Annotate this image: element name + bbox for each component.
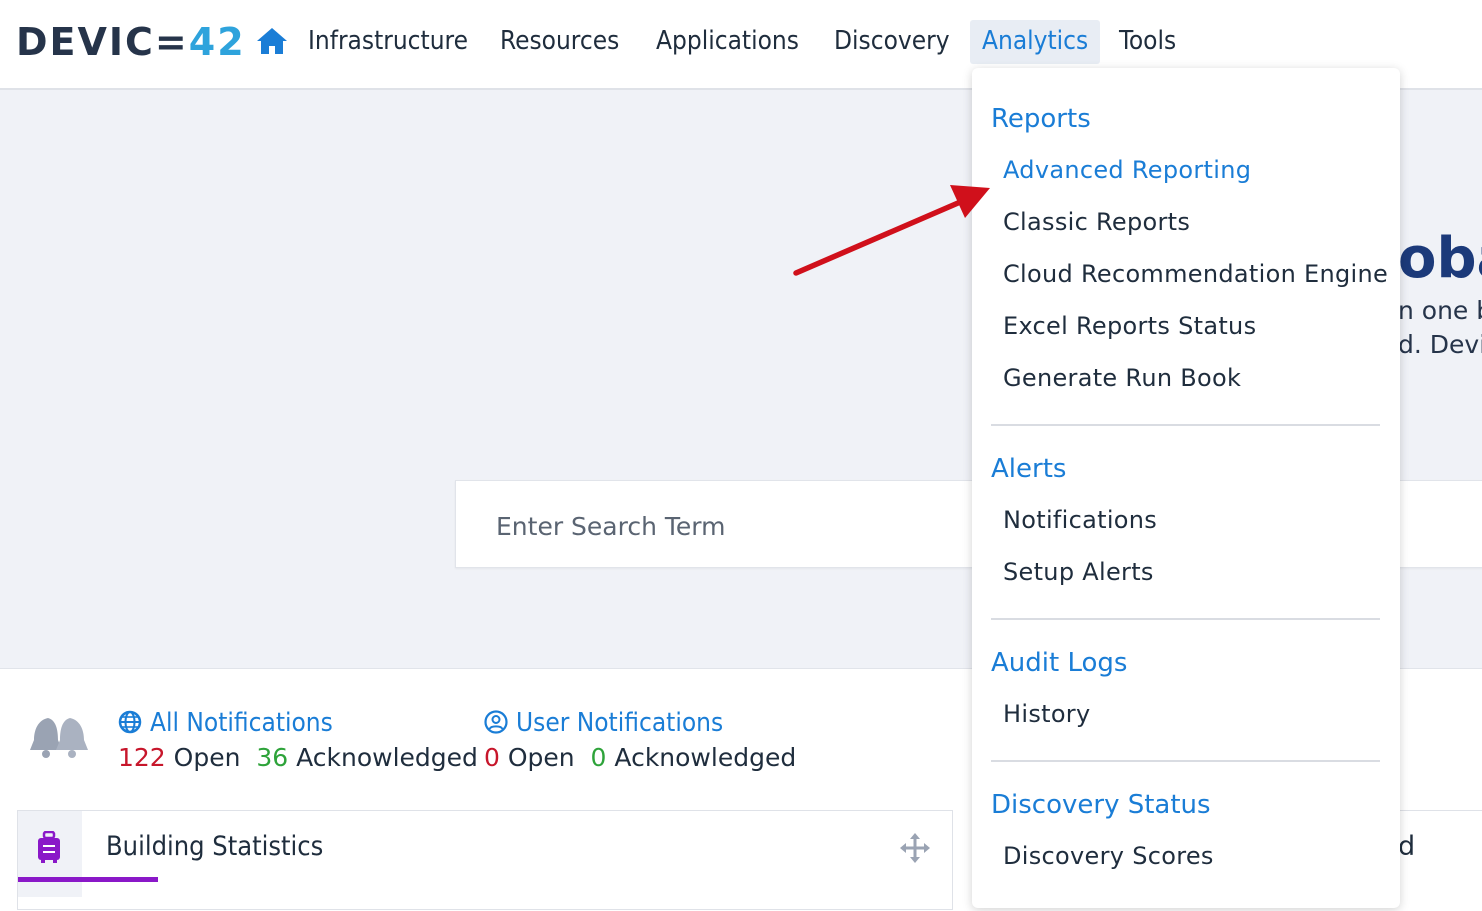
user-ack-label: Acknowledged [614, 743, 797, 772]
annotation-arrow-icon [793, 185, 990, 276]
building-statistics-card: Building Statistics [17, 810, 953, 910]
nav-resources[interactable]: Resources [500, 20, 619, 64]
menu-item-discovery-scores[interactable]: Discovery Scores [1003, 842, 1214, 870]
menu-section-alerts: Alerts [991, 454, 1067, 484]
all-open-label: Open [173, 743, 241, 772]
user-ack-count[interactable]: 0 [591, 743, 607, 772]
nav-infrastructure[interactable]: Infrastructure [308, 20, 468, 64]
hero-description-line-2: d. Devic [1398, 330, 1482, 359]
menu-item-setup-alerts[interactable]: Setup Alerts [1003, 558, 1154, 586]
hero-title: oba [1398, 226, 1482, 291]
luggage-icon [38, 831, 60, 863]
analytics-dropdown-menu: Reports Advanced Reporting Classic Repor… [972, 68, 1400, 908]
menu-section-audit-logs: Audit Logs [991, 648, 1128, 678]
card-icon-cell [18, 811, 82, 897]
user-open-label: Open [507, 743, 575, 772]
all-ack-count[interactable]: 36 [256, 743, 288, 772]
menu-divider [991, 618, 1380, 620]
user-notifications-counts: 0 Open 0 Acknowledged [484, 740, 796, 776]
all-notifications-link[interactable]: All Notifications [118, 706, 478, 740]
user-notifications-link[interactable]: User Notifications [484, 706, 796, 740]
logo-text-42: 42 [188, 20, 246, 64]
move-icon[interactable] [900, 833, 930, 863]
menu-section-reports: Reports [991, 104, 1091, 134]
nav-discovery[interactable]: Discovery [834, 20, 950, 64]
user-notifications-block: User Notifications 0 Open 0 Acknowledged [484, 706, 796, 776]
user-open-count[interactable]: 0 [484, 743, 500, 772]
search-input[interactable] [494, 503, 978, 549]
menu-item-cloud-recommendation-engine[interactable]: Cloud Recommendation Engine [1003, 260, 1388, 288]
all-notifications-block: All Notifications 122 Open 36 Acknowledg… [118, 706, 478, 776]
all-notifications-counts: 122 Open 36 Acknowledged [118, 740, 478, 776]
menu-item-generate-run-book[interactable]: Generate Run Book [1003, 364, 1241, 392]
menu-item-classic-reports[interactable]: Classic Reports [1003, 208, 1190, 236]
nav-applications[interactable]: Applications [656, 20, 799, 64]
hero-description-line-1: n one b [1398, 296, 1482, 325]
card-title: Building Statistics [106, 831, 324, 862]
right-widget-title-fragment: d [1398, 831, 1416, 862]
user-notifications-title: User Notifications [516, 708, 724, 738]
all-notifications-title: All Notifications [150, 708, 333, 738]
device42-logo[interactable]: DEVIC=42 [16, 20, 246, 64]
menu-item-excel-reports-status[interactable]: Excel Reports Status [1003, 312, 1256, 340]
menu-divider [991, 424, 1380, 426]
nav-analytics[interactable]: Analytics [970, 20, 1101, 64]
all-ack-label: Acknowledged [296, 743, 478, 772]
menu-divider [991, 760, 1380, 762]
bells-icon [30, 718, 88, 758]
user-circle-icon [484, 710, 508, 734]
card-accent-bar [18, 877, 158, 882]
menu-section-discovery-status: Discovery Status [991, 790, 1211, 820]
menu-item-advanced-reporting[interactable]: Advanced Reporting [1003, 156, 1251, 184]
menu-item-history[interactable]: History [1003, 700, 1090, 728]
globe-icon [118, 710, 142, 734]
menu-item-notifications[interactable]: Notifications [1003, 506, 1157, 534]
all-open-count[interactable]: 122 [118, 743, 166, 772]
home-icon[interactable] [256, 26, 288, 56]
logo-text-device: DEVIC= [16, 20, 189, 64]
nav-tools[interactable]: Tools [1119, 20, 1176, 64]
